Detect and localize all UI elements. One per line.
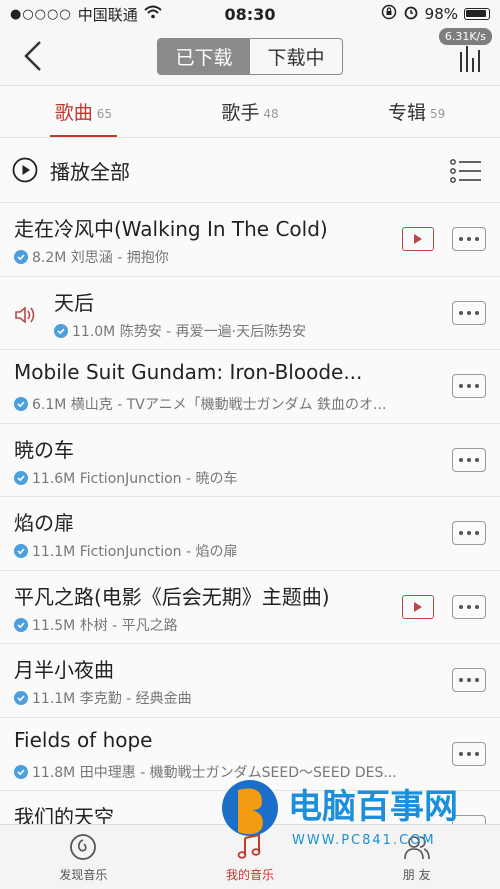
battery-icon [464,8,490,20]
song-title: Mobile Suit Gundam: Iron-Bloode... [14,360,363,384]
tab-discover-music[interactable]: 发现音乐 [0,825,167,889]
tab-albums[interactable]: 专辑 59 [333,86,500,137]
multi-select-list-icon[interactable] [450,158,482,184]
more-options-button[interactable] [452,227,486,251]
song-subtitle: 6.1M 横山克 - TVアニメ「機動戦士ガンダム 鉄血のオ... [14,394,386,414]
chevron-left-icon [24,41,41,71]
song-meta: 11.1M FictionJunction - 焰の扉 [32,544,238,560]
mv-button[interactable] [402,594,434,619]
mv-button[interactable] [402,227,434,251]
tab-songs[interactable]: 歌曲 65 [0,86,167,137]
tab-label: 朋 友 [402,867,431,882]
more-options-button[interactable] [452,741,486,766]
song-meta: 11.8M 田中理惠 - 機動戦士ガンダムSEED～SEED DES... [32,764,397,781]
downloaded-check-icon [14,397,28,411]
more-options-button[interactable] [452,447,486,472]
song-row[interactable]: Fields of hope 11.8M 田中理惠 - 機動戦士ガンダムSEED～… [0,717,500,791]
tab-count: 65 [96,107,112,121]
tab-count: 59 [430,107,446,121]
song-meta: 11.0M 陈势安 - 再爱一遍·天后陈势安 [72,323,307,340]
bottom-tab-bar: 发现音乐 我的音乐 朋 友 [0,824,500,889]
song-title: 平凡之路(电影《后会无期》主题曲) [14,584,330,609]
song-title: 走在冷风中(Walking In The Cold) [14,217,328,241]
segment-downloaded[interactable]: 已下载 [158,39,250,74]
downloaded-check-icon [14,470,28,485]
back-button[interactable] [18,38,48,74]
downloaded-check-icon [14,250,28,264]
song-meta: 11.5M 朴树 - 平凡之路 [32,617,178,634]
song-row[interactable]: 月半小夜曲 11.1M 李克勤 - 经典金曲 [0,644,500,718]
segment-downloading[interactable]: 下载中 [250,39,342,74]
song-subtitle: 11.1M 李克勤 - 经典金曲 [14,688,192,708]
song-list: 走在冷风中(Walking In The Cold) 8.2M 刘思涵 - 拥抱你… [0,203,500,865]
song-row[interactable]: 走在冷风中(Walking In The Cold) 8.2M 刘思涵 - 拥抱你 [0,203,500,277]
downloaded-check-icon [14,544,28,558]
downloaded-check-icon [14,691,28,705]
song-row[interactable]: 平凡之路(电影《后会无期》主题曲) 11.5M 朴树 - 平凡之路 [0,570,500,644]
more-options-button[interactable] [452,300,486,325]
song-meta: 6.1M 横山克 - TVアニメ「機動戦士ガンダム 鉄血のオ... [32,397,387,413]
rotation-lock-icon [381,4,397,24]
play-all-row[interactable]: 播放全部 [0,138,500,203]
song-row[interactable]: Mobile Suit Gundam: Iron-Bloode... 6.1M 横… [0,350,500,424]
more-options-button[interactable] [452,668,486,692]
tab-label: 我的音乐 [226,867,275,882]
tab-friends[interactable]: 朋 友 [333,825,500,889]
downloaded-check-icon [54,323,68,338]
song-meta: 11.6M FictionJunction - 暁の车 [32,470,238,487]
clock: 08:30 [224,4,276,24]
speaker-playing-icon [15,305,35,324]
song-row[interactable]: 焰の扉 11.1M FictionJunction - 焰の扉 [0,497,500,571]
tab-label: 专辑 [388,102,427,124]
category-tabs: 歌曲 65 歌手 48 专辑 59 [0,86,500,138]
song-title: 焰の扉 [14,511,74,535]
wifi-icon [144,5,162,23]
friends-icon [403,835,430,859]
music-note-icon [237,833,261,859]
netease-logo-icon [70,833,97,860]
tab-label: 歌手 [221,102,260,124]
song-subtitle: 11.6M FictionJunction - 暁の车 [14,468,237,488]
tab-artists[interactable]: 歌手 48 [167,86,334,137]
download-speed-badge: 6.31K/s [438,28,492,45]
carrier-label: 中国联通 [77,5,138,24]
song-meta: 11.1M 李克勤 - 经典金曲 [32,691,192,707]
song-subtitle: 11.8M 田中理惠 - 機動戦士ガンダムSEED～SEED DES... [14,762,397,782]
song-row[interactable]: 暁の车 11.6M FictionJunction - 暁の车 [0,423,500,497]
alarm-icon [403,4,419,24]
song-title: 月半小夜曲 [14,658,114,682]
song-title: 天后 [54,290,94,315]
nav-bar: 已下载 下载中 6.31K/s [0,28,500,86]
play-all-label: 播放全部 [50,159,130,184]
play-circle-icon [12,157,38,183]
tab-label: 发现音乐 [59,867,108,882]
now-playing-bars-icon[interactable] [460,46,482,72]
song-title: Fields of hope [14,727,153,752]
download-segment-control: 已下载 下载中 [157,38,343,75]
more-options-button[interactable] [452,594,486,619]
battery-percent: 98% [424,5,458,23]
more-options-button[interactable] [452,374,486,398]
more-options-button[interactable] [452,521,486,545]
downloaded-check-icon [14,617,28,632]
song-row[interactable]: 天后 11.0M 陈势安 - 再爱一遍·天后陈势安 [0,276,500,350]
song-subtitle: 8.2M 刘思涵 - 拥抱你 [14,247,169,267]
tab-count: 48 [263,107,279,121]
status-bar: ●○○○○ 中国联通 08:30 98% [0,0,500,28]
song-title: 暁の车 [14,437,74,462]
signal-dots-icon: ●○○○○ [10,6,72,22]
song-subtitle: 11.0M 陈势安 - 再爱一遍·天后陈势安 [54,321,306,341]
downloaded-check-icon [14,764,28,779]
song-subtitle: 11.5M 朴树 - 平凡之路 [14,615,178,635]
tab-my-music[interactable]: 我的音乐 [167,825,334,889]
song-meta: 8.2M 刘思涵 - 拥抱你 [32,250,169,266]
song-subtitle: 11.1M FictionJunction - 焰の扉 [14,541,237,561]
tab-label: 歌曲 [54,102,93,124]
